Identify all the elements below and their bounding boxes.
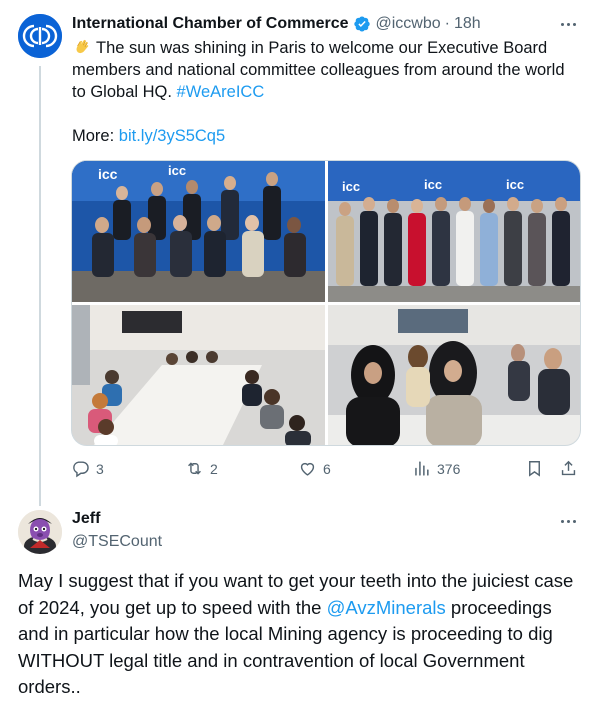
separator-dot: ·	[444, 15, 450, 32]
author-handle[interactable]: @iccwbo	[376, 15, 441, 33]
like-count: 6	[323, 460, 331, 477]
reply-author-name[interactable]: Jeff	[72, 510, 100, 528]
icc-sign-text: icc	[506, 177, 524, 192]
tweet-body: The sun was shining in Paris to welcome …	[72, 39, 565, 101]
bookmark-button[interactable]	[525, 459, 544, 478]
waving-hand-icon	[72, 38, 92, 56]
verified-badge-icon	[353, 15, 371, 33]
reply-count: 3	[96, 460, 104, 477]
thread-line	[39, 66, 41, 506]
reply-icon	[73, 461, 89, 478]
mention-link[interactable]: @AvzMinerals	[327, 597, 446, 618]
author-name[interactable]: International Chamber of Commerce	[72, 15, 349, 33]
jeff-avatar[interactable]	[18, 510, 62, 554]
tweet-header: International Chamber of Commerce @iccwb…	[72, 13, 481, 35]
icc-sign-text: icc	[168, 163, 186, 178]
bookmark-icon	[529, 461, 540, 477]
share-button[interactable]	[559, 459, 578, 478]
tweet-actions: 3 2 6 376	[71, 459, 581, 483]
photo-1[interactable]: icc icc	[72, 161, 325, 302]
reply-more-options-icon[interactable]	[556, 511, 580, 531]
more-options-icon[interactable]	[556, 14, 580, 34]
more-line: More: bit.ly/3yS5Cq5	[72, 125, 225, 147]
tweet[interactable]: International Chamber of Commerce @iccwb…	[0, 0, 598, 506]
hashtag-link[interactable]: #WeAreICC	[177, 83, 265, 101]
repost-button[interactable]: 2	[185, 459, 218, 478]
photo-3[interactable]	[72, 305, 325, 445]
views-count: 376	[437, 460, 461, 477]
icc-sign-text: icc	[342, 179, 360, 194]
repost-icon	[188, 462, 201, 475]
icc-sign-text: icc	[424, 177, 442, 192]
share-icon	[561, 460, 576, 476]
short-url-link[interactable]: bit.ly/3yS5Cq5	[119, 127, 225, 145]
tweet-text: The sun was shining in Paris to welcome …	[72, 37, 582, 103]
views-button[interactable]: 376	[412, 459, 460, 478]
views-chart-icon	[415, 461, 429, 476]
photo-grid: icc icc icc icc icc	[71, 160, 581, 446]
reply-text: May I suggest that if you want to get yo…	[18, 568, 584, 701]
photo-2[interactable]: icc icc icc	[328, 161, 580, 302]
reply-button[interactable]: 3	[71, 459, 104, 478]
heart-icon	[300, 462, 315, 476]
like-button[interactable]: 6	[298, 459, 331, 478]
timestamp[interactable]: 18h	[454, 15, 481, 33]
more-label: More:	[72, 127, 119, 145]
reply-author-handle[interactable]: @TSECount	[72, 533, 162, 551]
icc-sign-text: icc	[98, 166, 118, 182]
photo-4[interactable]	[328, 305, 580, 445]
icc-avatar[interactable]	[18, 14, 62, 58]
repost-count: 2	[210, 460, 218, 477]
